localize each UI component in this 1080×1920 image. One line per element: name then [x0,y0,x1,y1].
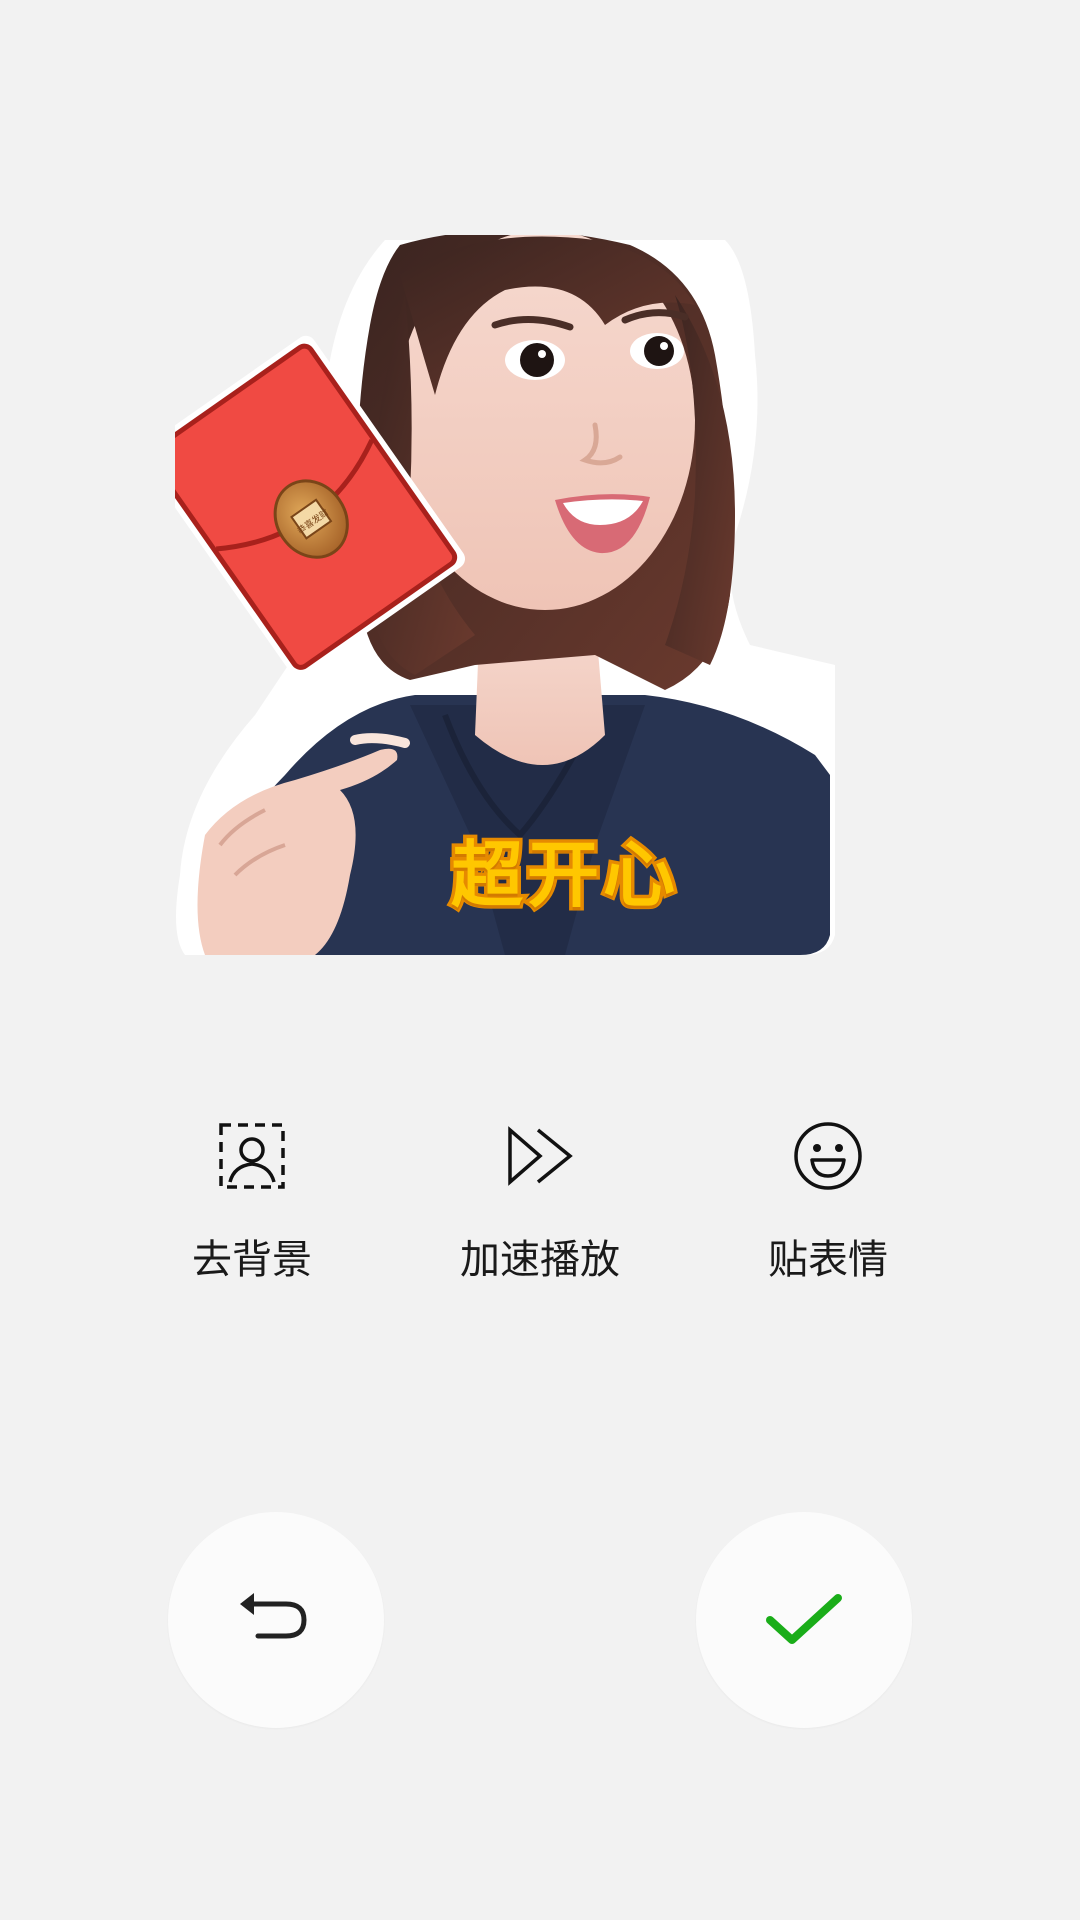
undo-arrow-icon [240,1593,307,1639]
fast-forward-icon [504,1120,576,1192]
sticker-caption: 超开心 [447,830,679,921]
add-emoji-button[interactable]: 贴表情 [708,1110,948,1300]
sticker-preview: 恭喜发财 超开心 [175,235,905,960]
confirm-button[interactable] [696,1512,912,1728]
remove-background-icon [216,1120,288,1192]
edit-tools: 去背景 加速播放 贴表情 [0,1110,1080,1300]
remove-background-label: 去背景 [192,1237,312,1283]
add-emoji-label: 贴表情 [768,1237,888,1283]
speed-up-button[interactable]: 加速播放 [420,1110,660,1300]
speed-up-label: 加速播放 [460,1237,620,1283]
remove-background-button[interactable]: 去背景 [132,1110,372,1300]
smiley-face-icon [792,1120,864,1192]
undo-button[interactable] [168,1512,384,1728]
checkmark-icon [766,1594,842,1644]
